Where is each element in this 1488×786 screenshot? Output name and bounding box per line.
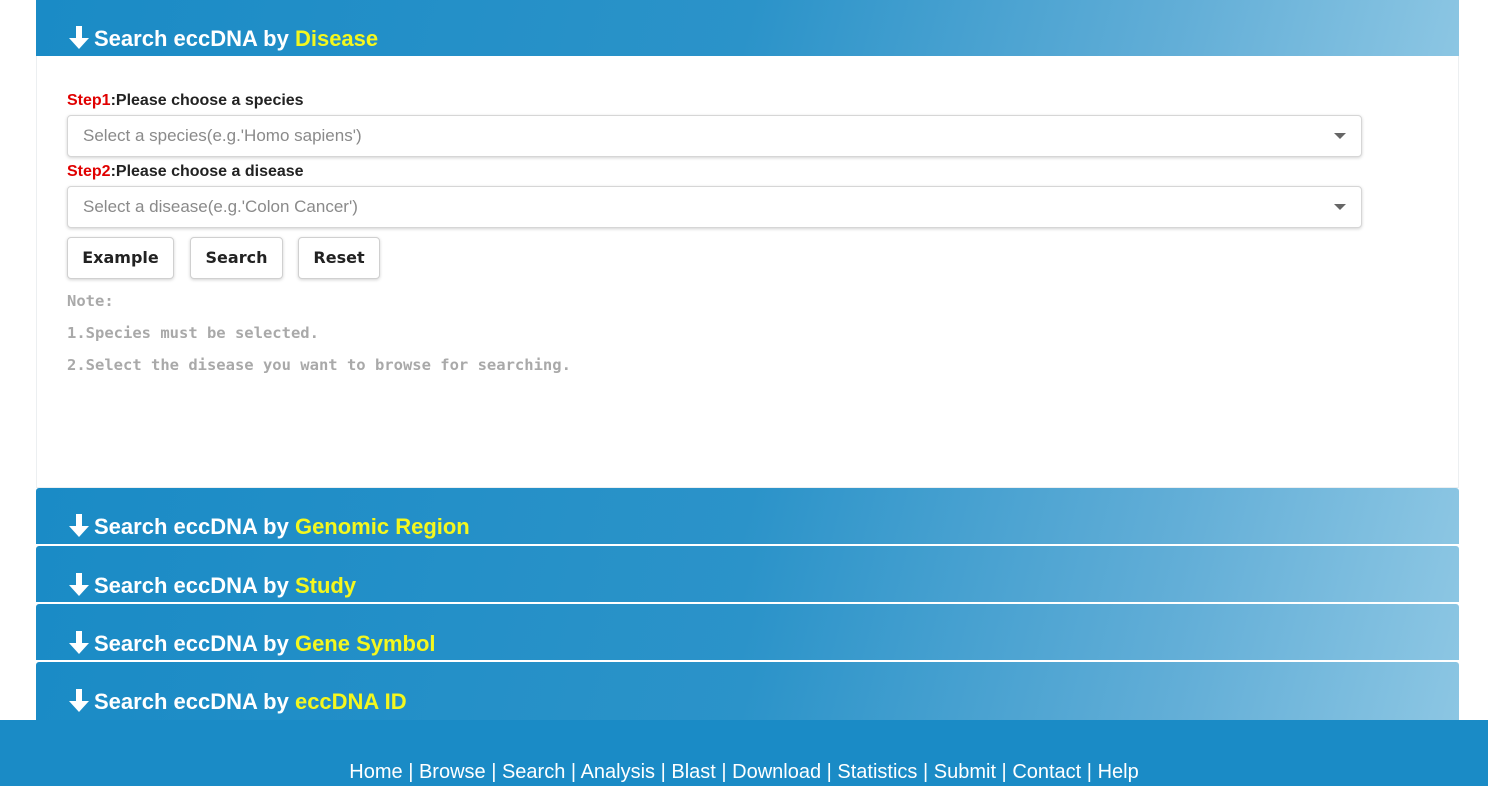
footer-nav: Home | Browse | Search | Analysis | Blas…	[0, 760, 1488, 784]
disease-select[interactable]: Select a disease(e.g.'Colon Cancer')	[67, 186, 1362, 228]
arrow-down-icon	[69, 514, 89, 537]
panel-title-highlight: Study	[294, 573, 357, 598]
footer-link-statistics[interactable]: Statistics	[837, 761, 917, 783]
example-button[interactable]: Example	[67, 237, 174, 279]
footer-link-download[interactable]: Download	[732, 761, 821, 783]
panel-header-gene-symbol[interactable]: Search eccDNA by Gene Symbol	[36, 604, 1459, 662]
note-line-2: 2.Select the disease you want to browse …	[67, 356, 571, 374]
footer-separator: |	[1081, 761, 1098, 783]
panel-title-prefix: Search eccDNA by	[94, 631, 295, 656]
footer-separator: |	[821, 761, 838, 783]
caret-down-icon	[1334, 133, 1346, 139]
footer-link-analysis[interactable]: Analysis	[581, 761, 655, 783]
panel-title-highlight: Genomic Region	[294, 514, 470, 539]
step1-tag: Step1	[67, 92, 111, 109]
footer-separator: |	[715, 761, 733, 783]
species-select-placeholder: Select a species(e.g.'Homo sapiens')	[83, 126, 362, 145]
panel-title-highlight: eccDNA ID	[294, 689, 407, 714]
footer-separator: |	[996, 761, 1013, 783]
panel-header-eccdna-id[interactable]: Search eccDNA by eccDNA ID	[36, 662, 1459, 720]
arrow-down-icon	[69, 26, 89, 49]
footer-link-browse[interactable]: Browse	[419, 761, 486, 783]
panel-title-prefix: Search eccDNA by	[94, 26, 295, 51]
footer-separator: |	[485, 761, 502, 783]
panel-title-prefix: Search eccDNA by	[94, 573, 295, 598]
reset-button[interactable]: Reset	[298, 237, 380, 279]
footer-link-home[interactable]: Home	[349, 761, 402, 783]
footer-link-contact[interactable]: Contact	[1012, 761, 1081, 783]
panel-header-study[interactable]: Search eccDNA by Study	[36, 546, 1459, 604]
panel-title-highlight: Gene Symbol	[294, 631, 436, 656]
footer-separator: |	[655, 761, 672, 783]
footer-link-submit[interactable]: Submit	[934, 761, 996, 783]
step2-text: :Please choose a disease	[110, 163, 304, 180]
species-select[interactable]: Select a species(e.g.'Homo sapiens')	[67, 115, 1362, 157]
panel-header-genomic-region[interactable]: Search eccDNA by Genomic Region	[36, 488, 1459, 546]
footer: Home | Browse | Search | Analysis | Blas…	[0, 720, 1488, 786]
arrow-down-icon	[69, 573, 89, 596]
note-line-1: 1.Species must be selected.	[67, 324, 319, 342]
search-panels: Search eccDNA by Disease Step1:Please ch…	[36, 0, 1459, 720]
footer-link-blast[interactable]: Blast	[671, 761, 715, 783]
caret-down-icon	[1334, 204, 1346, 210]
note-title: Note:	[67, 292, 114, 310]
step1-label: Step1:Please choose a species	[67, 92, 304, 110]
footer-separator: |	[565, 761, 581, 783]
disease-select-placeholder: Select a disease(e.g.'Colon Cancer')	[83, 197, 358, 216]
footer-link-help[interactable]: Help	[1098, 761, 1139, 783]
search-button[interactable]: Search	[190, 237, 283, 279]
step1-text: :Please choose a species	[110, 92, 304, 109]
panel-title-prefix: Search eccDNA by	[94, 514, 295, 539]
step2-tag: Step2	[67, 163, 111, 180]
panel-header-disease[interactable]: Search eccDNA by Disease	[36, 0, 1459, 56]
footer-separator: |	[917, 761, 934, 783]
arrow-down-icon	[69, 631, 89, 654]
panel-title-prefix: Search eccDNA by	[94, 689, 295, 714]
footer-separator: |	[402, 761, 419, 783]
arrow-down-icon	[69, 689, 89, 712]
disease-search-form: Step1:Please choose a species Select a s…	[36, 56, 1459, 488]
footer-link-search[interactable]: Search	[502, 761, 565, 783]
panel-title-highlight: Disease	[294, 26, 379, 51]
step2-label: Step2:Please choose a disease	[67, 163, 304, 181]
